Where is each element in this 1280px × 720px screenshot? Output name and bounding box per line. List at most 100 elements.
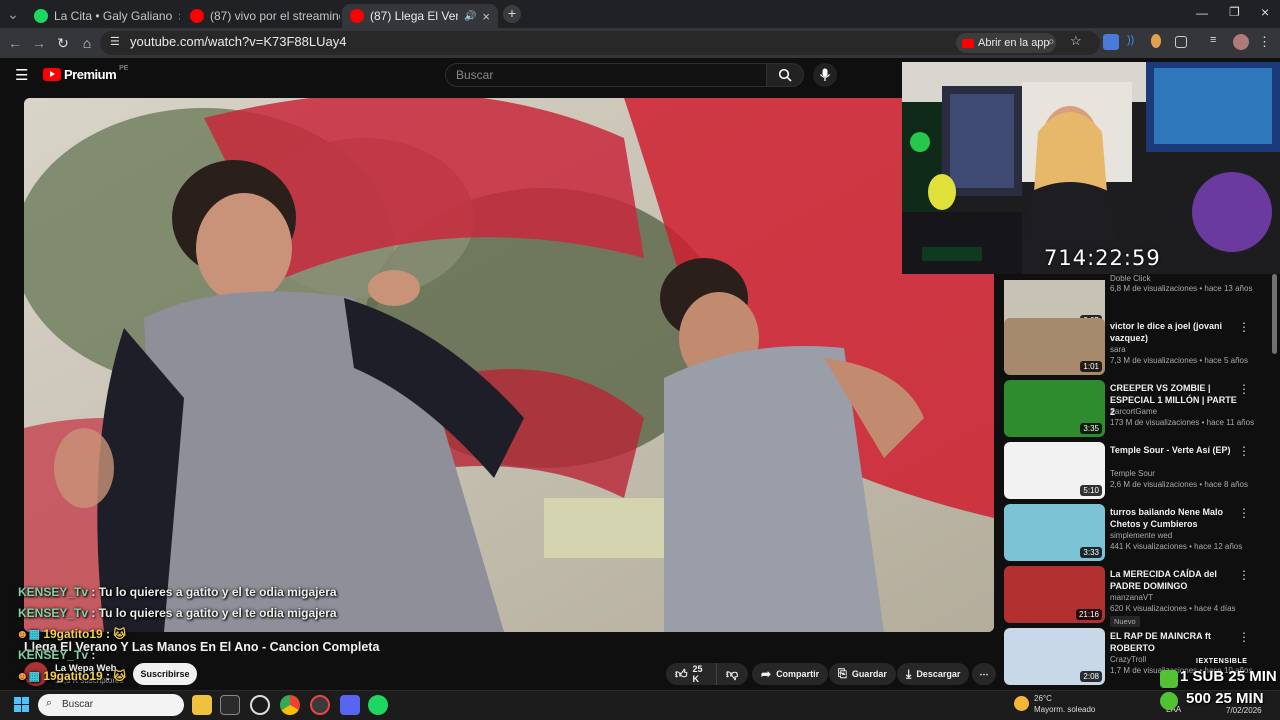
- video-thumbnail[interactable]: 1:01: [1004, 318, 1105, 375]
- tab-llega-el-verano[interactable]: (87) Llega El Verano Y Las M 🔊 ×: [342, 4, 498, 28]
- video-thumbnail[interactable]: 2:08: [1004, 628, 1105, 685]
- taskbar-search-input[interactable]: Buscar: [38, 694, 184, 716]
- back-icon[interactable]: ←: [6, 34, 24, 52]
- reload-icon[interactable]: ↻: [54, 34, 72, 52]
- more-options-icon[interactable]: ⋮: [1238, 320, 1250, 334]
- recommended-channel-name[interactable]: simplemente wed: [1110, 531, 1172, 540]
- download-button[interactable]: ⤓ Descargar: [897, 663, 970, 685]
- recommended-video-title[interactable]: victor le dice a joel (jovani vazquez): [1110, 320, 1238, 344]
- recommended-channel-name[interactable]: CrazyTroll: [1110, 655, 1146, 664]
- recommended-channel-name[interactable]: ZarcortGame: [1110, 407, 1157, 416]
- webcam-feed: [902, 62, 1280, 274]
- windows-start-icon[interactable]: [14, 697, 30, 713]
- video-thumbnail[interactable]: 21:16: [1004, 566, 1105, 623]
- puzzle-extensions-icon[interactable]: [1175, 36, 1187, 48]
- browser-menu-icon[interactable]: ⋮: [1258, 34, 1274, 50]
- youtube-logo[interactable]: Premium PE: [43, 65, 129, 82]
- search-input[interactable]: Buscar: [445, 63, 767, 87]
- close-icon[interactable]: ×: [178, 9, 180, 24]
- recommended-channel-name[interactable]: sara: [1110, 345, 1126, 354]
- more-options-icon[interactable]: ⋮: [1238, 506, 1250, 520]
- recommended-channel-name[interactable]: manzanaVT: [1110, 593, 1153, 602]
- like-button[interactable]: 👍︎ 25 K: [666, 663, 716, 685]
- video-thumbnail[interactable]: 3:33: [1004, 504, 1105, 561]
- share-button[interactable]: ➦ Compartir: [752, 663, 829, 685]
- bookmark-star-icon[interactable]: ☆: [1070, 33, 1082, 49]
- badge-icon: ▦: [28, 669, 40, 683]
- media-controls-icon[interactable]: ≡: [1210, 34, 1226, 50]
- url-text[interactable]: youtube.com/watch?v=K73F88LUay4: [130, 34, 346, 49]
- audio-icon[interactable]: 🔊: [464, 11, 476, 22]
- close-icon[interactable]: ×: [482, 9, 490, 24]
- home-icon[interactable]: ⌂: [78, 34, 96, 52]
- close-window-button[interactable]: ×: [1261, 4, 1269, 20]
- video-frame: [24, 98, 994, 632]
- app-icon[interactable]: [310, 695, 330, 715]
- recommended-video[interactable]: 3:33 turros bailando Nene Malo Chetos y C…: [1004, 504, 1274, 562]
- chat-text: :: [102, 627, 111, 641]
- voice-search-button[interactable]: [813, 63, 837, 87]
- file-explorer-icon[interactable]: [192, 695, 212, 715]
- minimize-button[interactable]: —: [1196, 6, 1208, 20]
- video-thumbnail[interactable]: 3:35: [1004, 380, 1105, 437]
- weather-widget[interactable]: 26°C Mayorm. soleado: [1034, 693, 1095, 715]
- subscribe-button[interactable]: Suscribirse: [133, 663, 197, 685]
- restore-button[interactable]: ❐: [1229, 5, 1240, 19]
- profile-avatar[interactable]: [1233, 34, 1249, 50]
- extension-icon[interactable]: [1151, 34, 1161, 48]
- tab-label: (87) vivo por el streaming - You: [210, 9, 340, 23]
- recommended-video-meta: 173 M de visualizaciones • hace 11 años: [1110, 418, 1255, 427]
- recommended-video[interactable]: 3:35 CREEPER VS ZOMBIE | ESPECIAL 1 MILLÓ…: [1004, 380, 1274, 438]
- scrollbar[interactable]: [1272, 274, 1277, 354]
- tab-vivo-streaming[interactable]: (87) vivo por el streaming - You ×: [182, 4, 340, 28]
- recommended-video-meta: 6,8 M de visualizaciones • hace 13 años: [1110, 284, 1253, 293]
- badge-icon: ▦: [28, 627, 40, 641]
- dislike-button[interactable]: 👎︎: [716, 663, 748, 685]
- video-thumbnail[interactable]: 5:10: [1004, 442, 1105, 499]
- save-button[interactable]: ⎘ Guardar: [829, 663, 896, 685]
- more-options-icon[interactable]: ⋮: [1238, 630, 1250, 644]
- more-actions-button[interactable]: ⋯: [972, 663, 996, 685]
- discord-icon[interactable]: [340, 695, 360, 715]
- recommended-video-title[interactable]: Temple Sour - Verte Así (EP): [1110, 444, 1238, 456]
- youtube-icon: [962, 38, 974, 48]
- recommended-video-title[interactable]: turros bailando Nene Malo Chetos y Cumbi…: [1110, 506, 1238, 530]
- download-icon: ⤓: [906, 666, 912, 681]
- overwolf-icon[interactable]: [250, 695, 270, 715]
- task-view-icon[interactable]: [220, 695, 240, 715]
- recommended-video-meta: 620 K visualizaciones • hace 4 días: [1110, 604, 1236, 613]
- open-in-app-button[interactable]: Abrir en la app: [956, 33, 1056, 53]
- tab-list-icon[interactable]: ⌄: [4, 5, 22, 23]
- recommended-video-title[interactable]: EL RAP DE MAINCRA ft ROBERTO: [1110, 630, 1238, 654]
- forward-icon[interactable]: →: [30, 34, 48, 52]
- chat-message: ☻▦ 19gatito19 : 🐱︎: [16, 669, 126, 683]
- hamburger-menu-icon[interactable]: ☰: [15, 66, 28, 84]
- recommended-video[interactable]: 1:01 victor le dice a joel (jovani vazque…: [1004, 318, 1274, 376]
- new-tab-button[interactable]: +: [503, 5, 521, 23]
- recommended-channel-name[interactable]: Temple Sour: [1110, 469, 1155, 478]
- thumbs-down-icon: 👎︎: [726, 666, 739, 681]
- translate-extension-icon[interactable]: [1103, 34, 1119, 50]
- site-info-icon[interactable]: ☰: [110, 35, 120, 48]
- recommended-channel-name[interactable]: Doble Click: [1110, 274, 1150, 283]
- more-options-icon[interactable]: ⋮: [1238, 568, 1250, 582]
- chat-username: 19gatito19: [43, 627, 103, 641]
- zoom-icon[interactable]: ⌕: [1048, 34, 1055, 49]
- more-options-icon[interactable]: ⋮: [1238, 382, 1250, 396]
- recommended-video-title[interactable]: La MERECIDA CAÍDA del PADRE DOMINGO: [1110, 568, 1238, 592]
- search-button[interactable]: [766, 63, 804, 87]
- recommended-video[interactable]: 21:16 La MERECIDA CAÍDA del PADRE DOMINGO…: [1004, 566, 1274, 627]
- save-label: Guardar: [851, 669, 887, 679]
- chat-message: KENSEY_Tv : Tu lo quieres a gatito y el …: [18, 585, 337, 599]
- more-options-icon[interactable]: ⋮: [1238, 444, 1250, 458]
- video-duration: 5:10: [1080, 485, 1102, 496]
- chat-message: KENSEY_Tv : Tu lo quieres a gatito y el …: [18, 606, 337, 620]
- recommended-video[interactable]: 5:10 Temple Sour - Verte Así (EP) Temple S…: [1004, 442, 1274, 500]
- audio-extension-icon[interactable]: )): [1127, 34, 1143, 50]
- tab-la-cita[interactable]: La Cita • Galy Galiano ×: [26, 4, 180, 28]
- video-player[interactable]: [24, 98, 994, 632]
- spotify-icon[interactable]: [368, 695, 388, 715]
- cat-emote-icon: 🐱︎: [113, 669, 126, 683]
- region-code: PE: [119, 65, 129, 72]
- chrome-icon[interactable]: [280, 695, 300, 715]
